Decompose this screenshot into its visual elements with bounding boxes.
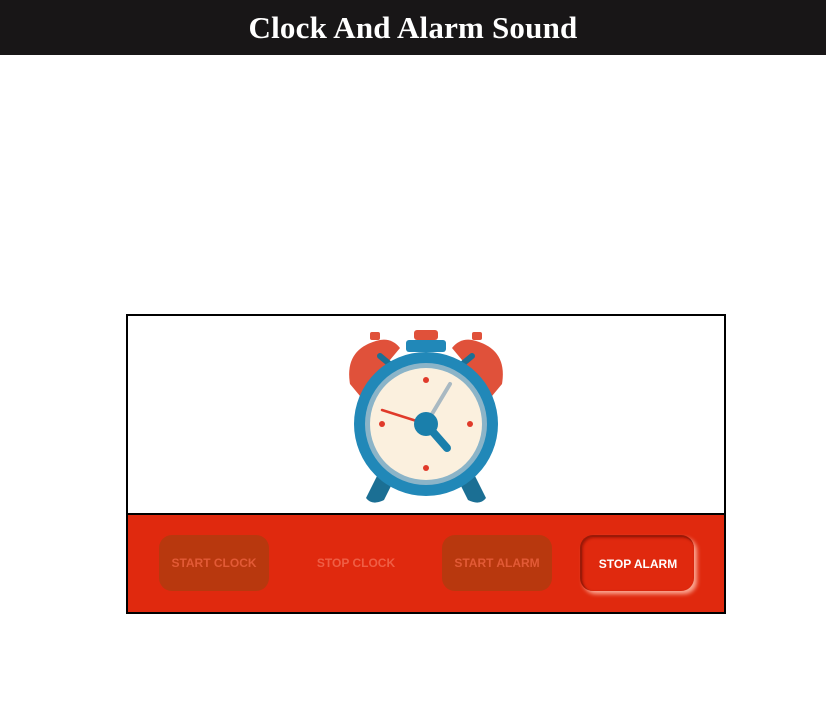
clock-top-handle <box>406 330 446 352</box>
clock-display-panel <box>126 314 726 515</box>
header-bar: Clock And Alarm Sound <box>0 0 826 55</box>
start-clock-button[interactable]: START CLOCK <box>159 535 269 591</box>
alarm-clock-icon <box>349 330 503 503</box>
page-title: Clock And Alarm Sound <box>248 9 578 45</box>
clock-center-pin <box>414 412 438 436</box>
stop-clock-button[interactable]: STOP CLOCK <box>296 535 416 591</box>
start-alarm-button[interactable]: START ALARM <box>442 535 552 591</box>
stop-alarm-button[interactable]: STOP ALARM <box>580 535 694 591</box>
control-panel: START CLOCK STOP CLOCK START ALARM STOP … <box>126 513 726 614</box>
